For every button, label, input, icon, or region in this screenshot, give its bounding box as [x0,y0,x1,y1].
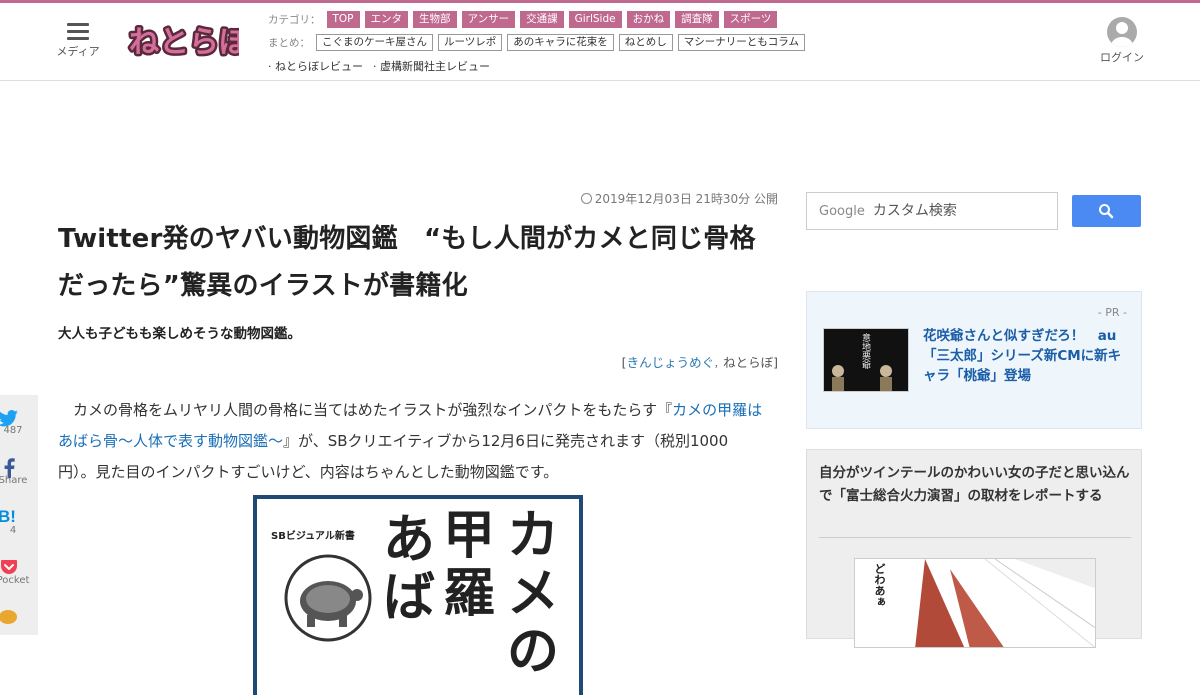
article-main: 2019年12月03日 21時30分 公開 Twitter発のヤバい動物図鑑 “… [58,190,778,695]
netorabo-logo-icon: ねとらぼ ねとらぼ [127,23,253,63]
line-share-button[interactable] [0,595,38,645]
search-button[interactable] [1072,195,1141,227]
facebook-label: Share [0,475,28,486]
manga-illustration-icon [915,559,1095,647]
link-netorabo-review[interactable]: · ねとらぼレビュー [268,58,363,74]
hatena-share-button[interactable]: B! 4 [0,495,38,545]
twitter-count: 487 [3,425,23,436]
facebook-share-button[interactable]: Share [0,445,38,495]
hamburger-icon [67,23,89,40]
body-text-before: カメの骨格をムリヤリ人間の骨格に当てはめたイラストが強烈なインパクトをもたらす『 [58,401,673,419]
category-enta[interactable]: エンタ [364,11,409,28]
matome-roots[interactable]: ルーツレポ [438,34,503,51]
pr-box[interactable]: - PR - 意地悪爺 花咲爺さんと似すぎだろ！ au「三太郎」シリーズ新CMに… [806,291,1142,429]
hatena-count: 4 [9,525,17,536]
clock-icon [580,193,592,204]
card-divider [819,537,1131,538]
matome-hanataba[interactable]: あのキャラに花束を [507,34,614,51]
cover-series: SBビジュアル新書 [271,531,355,542]
publish-date: 2019年12月03日 21時30分 公開 [58,190,778,210]
category-row: カテゴリ： TOP エンタ 生物部 アンサー 交通課 GirlSide おかね … [268,8,810,31]
matome-machinery[interactable]: マシーナリーともコラム [677,34,805,51]
byline-close-bracket: ] [773,355,778,370]
sidebar: Google カスタム検索 - PR - 意地悪爺 花咲爺さんと似すぎだろ！ au… [806,190,1142,648]
login-button[interactable]: ログイン [1098,17,1146,65]
site-search: Google カスタム検索 [806,190,1142,230]
book-cover-image: SBビジュアル新書 カメの 甲羅 あば [253,495,583,695]
site-header: メディア ねとらぼ ねとらぼ カテゴリ： TOP エンタ 生物部 アンサー 交通… [0,3,1200,81]
category-answer[interactable]: アンサー [461,11,516,28]
pr-thumbnail: 意地悪爺 [823,328,909,392]
category-nav: カテゴリ： TOP エンタ 生物部 アンサー 交通課 GirlSide おかね … [268,8,810,77]
search-input[interactable]: Google カスタム検索 [806,192,1058,230]
share-sidebar: 487 Share B! 4 Pocket [0,395,38,635]
related-article-card[interactable]: 自分がツインテールのかわいい女の子だと思い込んで「富士総合火力演習」の取材をレポ… [806,449,1142,648]
article-byline: [きんじょうめぐ，ねとらぼ] [58,352,778,371]
link-kyokou-review[interactable]: · 虚構新聞社主レビュー [373,58,490,74]
article-subtitle: 大人も子どもも楽しめそうな動物図鑑。 [58,326,301,342]
pocket-share-button[interactable]: Pocket [0,545,38,595]
category-okane[interactable]: おかね [626,11,671,28]
category-label: カテゴリ： [268,14,321,26]
cover-title-col3: あば [383,509,436,628]
logo-text: ねとらぼ [129,25,239,60]
twitter-share-button[interactable]: 487 [0,395,38,445]
matome-label: まとめ： [268,37,310,49]
pocket-icon [1,560,17,574]
category-top[interactable]: TOP [326,11,360,28]
pr-thumbnail-figures-icon [832,365,892,391]
article-body: カメの骨格をムリヤリ人間の骨格に当てはめたイラストが強烈なインパクトをもたらす『… [58,395,764,488]
media-menu-label: メディア [56,45,100,58]
extra-links-row: · ねとらぼレビュー · 虚構新聞社主レビュー [268,54,810,77]
byline-site: ねとらぼ [723,355,774,370]
pr-title: 花咲爺さんと似すぎだろ！ au「三太郎」シリーズ新CMに新キャラ「桃爺」登場 [923,328,1122,384]
byline-separator: ， [714,360,724,370]
category-sports[interactable]: スポーツ [723,11,778,28]
google-brand: Google [819,204,865,219]
hatena-icon: B! [0,507,16,526]
line-chat-icon [0,610,17,624]
related-article-image: どわあぁ [854,558,1096,648]
publish-date-text: 2019年12月03日 21時30分 公開 [594,192,778,206]
related-article-title: 自分がツインテールのかわいい女の子だと思い込んで「富士総合火力演習」の取材をレポ… [819,465,1130,504]
search-icon [1099,204,1114,219]
category-koutsuuka[interactable]: 交通課 [520,11,564,28]
cover-title-col1: カメの [507,505,560,682]
matome-koguma[interactable]: こぐまのケーキ屋さん [316,34,433,51]
user-avatar-icon [1107,17,1137,47]
pr-label: - PR - [1097,306,1127,319]
article-title: Twitter発のヤバい動物図鑑 “もし人間がカメと同じ骨格だったら”驚異のイラ… [58,224,756,301]
category-seibutsubu[interactable]: 生物部 [413,11,457,28]
manga-text: どわあぁ [873,563,886,607]
site-logo[interactable]: ねとらぼ ねとらぼ [127,17,253,65]
search-placeholder: カスタム検索 [872,203,957,219]
matome-netomeshi[interactable]: ねとめし [618,34,673,51]
media-menu-button[interactable]: メディア [54,23,102,59]
author-link[interactable]: きんじょうめぐ [627,355,715,370]
matome-row: まとめ： こぐまのケーキ屋さん ルーツレポ あのキャラに花束を ねとめし マシー… [268,31,810,54]
pocket-label: Pocket [0,575,30,586]
category-chousatai[interactable]: 調査隊 [675,11,719,28]
login-label: ログイン [1100,51,1144,64]
cover-title-col2: 甲羅 [443,505,496,624]
category-girlside[interactable]: GirlSide [568,11,622,28]
